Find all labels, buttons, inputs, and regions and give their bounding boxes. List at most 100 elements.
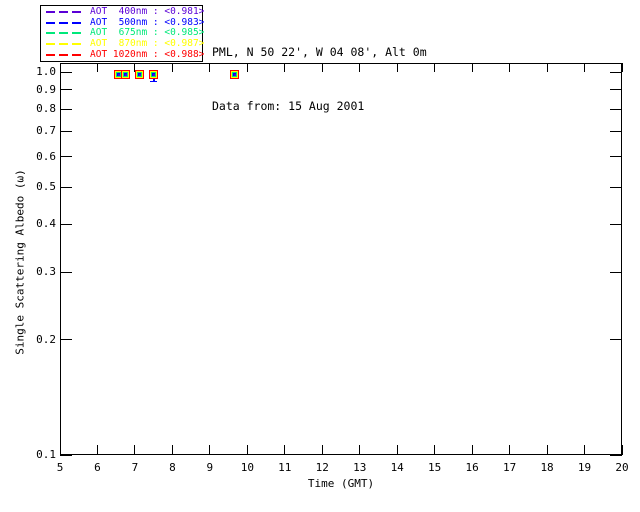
x-tick-label: 15 bbox=[428, 461, 442, 474]
x-tick-label: 17 bbox=[502, 461, 517, 474]
y-tick bbox=[60, 454, 72, 456]
x-tick-label: 7 bbox=[131, 461, 139, 474]
error-bar-cap bbox=[150, 80, 158, 82]
x-tick bbox=[546, 445, 548, 455]
x-tick bbox=[321, 445, 323, 455]
marker-ring bbox=[153, 74, 156, 76]
y-tick-right bbox=[610, 271, 622, 273]
x-tick-top bbox=[209, 63, 211, 72]
x-tick-label: 10 bbox=[240, 461, 254, 474]
x-tick-top bbox=[96, 63, 98, 72]
x-tick bbox=[59, 445, 61, 455]
x-tick bbox=[509, 445, 511, 455]
x-tick-label: 16 bbox=[465, 461, 479, 474]
y-tick-label: 0.5 bbox=[36, 180, 56, 194]
legend-line-sample bbox=[46, 21, 84, 24]
y-tick-right bbox=[610, 454, 622, 456]
y-tick bbox=[60, 186, 72, 188]
legend-row-label: AOT 675nm : <0.985> bbox=[90, 27, 205, 39]
legend: AOT 400nm : <0.981> AOT 500nm : <0.983> AO… bbox=[40, 5, 205, 62]
y-tick-right bbox=[610, 130, 622, 132]
data-cluster-marker bbox=[230, 70, 240, 79]
y-tick-label: 0.6 bbox=[36, 149, 56, 163]
y-tick-label: 0.9 bbox=[36, 82, 56, 96]
y-tick-right bbox=[610, 156, 622, 158]
x-tick-label: 12 bbox=[315, 461, 329, 474]
marker-ring bbox=[234, 74, 237, 76]
x-tick bbox=[134, 445, 136, 455]
legend-line-sample bbox=[46, 32, 84, 35]
legend-row: AOT 500nm : <0.983> bbox=[41, 16, 205, 28]
data-cluster-marker bbox=[120, 70, 130, 79]
x-tick bbox=[359, 445, 361, 455]
x-tick-top bbox=[434, 63, 436, 72]
marker-ring bbox=[138, 74, 141, 76]
x-tick bbox=[621, 445, 623, 455]
legend-line-sample bbox=[46, 11, 84, 14]
legend-line-sample bbox=[46, 43, 84, 46]
x-tick-top bbox=[471, 63, 473, 72]
marker-ring bbox=[124, 74, 127, 76]
y-tick bbox=[60, 71, 72, 73]
x-tick-top bbox=[171, 63, 173, 72]
y-tick-right bbox=[610, 108, 622, 110]
x-tick-label: 5 bbox=[56, 461, 64, 474]
legend-row-label: AOT 1020nm : <0.988> bbox=[90, 48, 205, 60]
legend-row: AOT 870nm : <0.987> bbox=[41, 38, 205, 50]
x-tick-label: 14 bbox=[390, 461, 404, 474]
x-tick bbox=[96, 445, 98, 455]
legend-row-label: AOT 500nm : <0.983> bbox=[90, 16, 205, 28]
y-tick-right bbox=[610, 89, 622, 91]
x-tick-label: 13 bbox=[353, 461, 367, 474]
x-tick bbox=[396, 445, 398, 455]
data-cluster-marker bbox=[134, 70, 144, 79]
x-tick-label: 11 bbox=[278, 461, 292, 474]
y-tick-label: 0.4 bbox=[36, 217, 56, 231]
x-tick bbox=[171, 445, 173, 455]
y-tick-label: 0.3 bbox=[36, 265, 56, 279]
header-location: PML, N 50 22', W 04 08', Alt 0m bbox=[212, 45, 427, 59]
y-tick-right bbox=[610, 223, 622, 225]
x-tick bbox=[246, 445, 248, 455]
legend-row: AOT 400nm : <0.981> bbox=[41, 6, 205, 18]
x-tick bbox=[284, 445, 286, 455]
y-tick bbox=[60, 223, 72, 225]
legend-row: AOT 1020nm : <0.988> bbox=[41, 48, 205, 60]
x-tick-label: 19 bbox=[577, 461, 592, 474]
legend-row: AOT 675nm : <0.985> bbox=[41, 27, 205, 39]
x-tick-label: 6 bbox=[94, 461, 101, 474]
y-tick-right bbox=[610, 339, 622, 341]
y-tick bbox=[60, 156, 72, 158]
x-tick bbox=[434, 445, 436, 455]
x-tick-top bbox=[359, 63, 361, 72]
y-tick-label: 0.2 bbox=[36, 332, 56, 346]
y-tick bbox=[60, 130, 72, 132]
y-tick bbox=[60, 89, 72, 91]
x-axis-title: Time (GMT) bbox=[307, 477, 375, 490]
legend-line-sample bbox=[46, 53, 84, 56]
x-tick bbox=[584, 445, 586, 455]
y-tick-label: 0.1 bbox=[36, 448, 56, 461]
legend-row-label: AOT 870nm : <0.987> bbox=[90, 38, 205, 50]
y-tick-label: 0.8 bbox=[36, 102, 56, 116]
x-tick-label: 8 bbox=[169, 461, 176, 474]
x-tick-label: 9 bbox=[206, 461, 214, 474]
x-tick-top bbox=[284, 63, 286, 72]
y-tick-label: 0.7 bbox=[36, 124, 56, 138]
y-tick bbox=[60, 339, 72, 341]
x-tick-label: 20 bbox=[615, 461, 629, 474]
y-tick-right bbox=[610, 186, 622, 188]
x-tick-label: 18 bbox=[540, 461, 554, 474]
y-axis-title: Single Scattering Albedo (ω) bbox=[13, 169, 27, 355]
x-tick bbox=[471, 445, 473, 455]
x-tick-top bbox=[246, 63, 248, 72]
x-tick-top bbox=[509, 63, 511, 72]
ssa-plot-figure: PML, N 50 22', W 04 08', Alt 0m Data fro… bbox=[0, 0, 640, 512]
y-tick bbox=[60, 271, 72, 273]
plot-area bbox=[60, 63, 622, 455]
x-tick-top bbox=[584, 63, 586, 72]
legend-row-label: AOT 400nm : <0.981> bbox=[90, 6, 205, 18]
marker-ring bbox=[117, 74, 120, 76]
x-tick-top bbox=[546, 63, 548, 72]
x-tick bbox=[209, 445, 211, 455]
